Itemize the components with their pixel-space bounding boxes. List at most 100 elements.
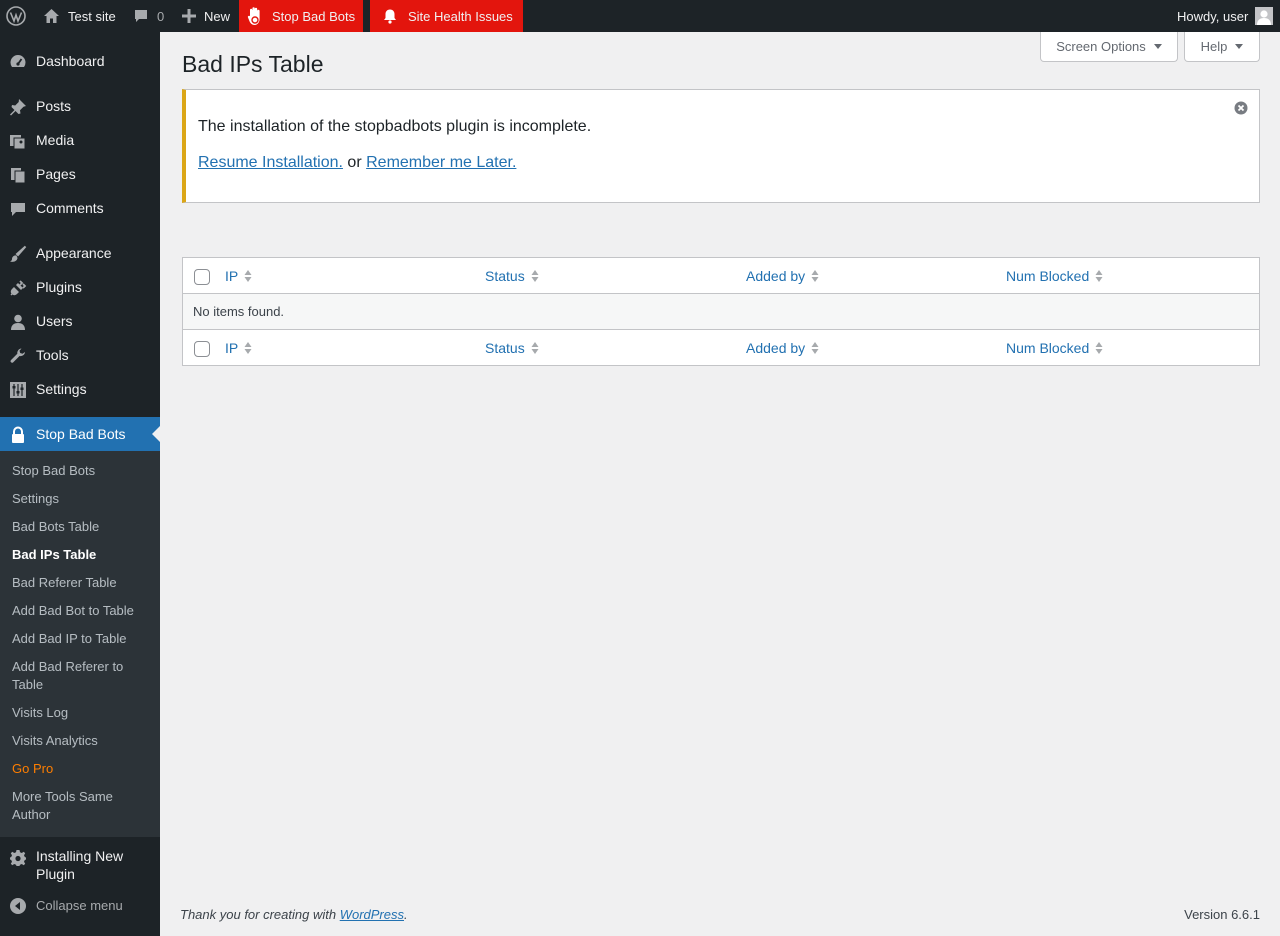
- warning-notice: The installation of the stopbadbots plug…: [182, 89, 1260, 203]
- column-header-label: Num Blocked: [1006, 268, 1090, 284]
- resume-installation-link[interactable]: Resume Installation.: [198, 154, 343, 171]
- bell-icon: [382, 8, 398, 24]
- sort-icon: [811, 270, 819, 282]
- sidebar-item-label: Media: [36, 132, 75, 148]
- dismiss-icon[interactable]: [1234, 101, 1248, 115]
- my-account-link[interactable]: Howdy, user: [1177, 0, 1274, 32]
- column-header-label: Added by: [746, 340, 806, 356]
- media-icon: [8, 131, 28, 151]
- sidebar-item-plugins[interactable]: Plugins: [0, 270, 160, 304]
- stop-bad-bots-adminbar-label: Stop Bad Bots: [272, 8, 356, 24]
- submenu-item-stop-bad-bots[interactable]: Stop Bad Bots: [12, 462, 152, 480]
- sidebar-item-users[interactable]: Users: [0, 304, 160, 338]
- sidebar-item-label: Dashboard: [36, 53, 105, 69]
- remember-later-link[interactable]: Remember me Later.: [366, 154, 516, 171]
- sidebar-item-label: Plugins: [36, 279, 82, 295]
- screen-options-label: Screen Options: [1056, 39, 1146, 54]
- wordpress-logo-icon[interactable]: [6, 0, 30, 32]
- new-label: New: [204, 8, 231, 24]
- select-all-checkbox-footer[interactable]: [194, 341, 210, 357]
- column-ip-sort-footer[interactable]: IP: [225, 330, 252, 366]
- notice-actions: Resume Installation. or Remember me Late…: [198, 154, 516, 172]
- sidebar-item-stop-bad-bots[interactable]: Stop Bad Bots: [0, 417, 160, 451]
- howdy-label: Howdy, user: [1177, 8, 1249, 24]
- plus-icon: [182, 9, 196, 23]
- sidebar-item-dashboard[interactable]: Dashboard: [0, 44, 160, 78]
- column-num-blocked-sort[interactable]: Num Blocked: [1006, 258, 1103, 294]
- sidebar-item-posts[interactable]: Posts: [0, 89, 160, 123]
- help-label: Help: [1200, 39, 1228, 54]
- sort-icon: [531, 270, 539, 282]
- sidebar-item-label: Settings: [36, 381, 87, 397]
- submenu-item-visits-analytics[interactable]: Visits Analytics: [12, 732, 152, 750]
- sidebar-item-label: Tools: [36, 347, 69, 363]
- new-content-link[interactable]: New: [182, 0, 230, 32]
- sort-icon: [811, 342, 819, 354]
- column-header-label: IP: [225, 340, 239, 356]
- column-header-label: Num Blocked: [1006, 340, 1090, 356]
- submenu-item-add-bad-bot[interactable]: Add Bad Bot to Table: [12, 602, 152, 620]
- sidebar-item-label: Appearance: [36, 245, 112, 261]
- wordpress-link[interactable]: WordPress: [340, 907, 404, 922]
- sidebar-item-label: Users: [36, 313, 73, 329]
- column-header-label: Added by: [746, 268, 806, 284]
- table-footer-row: IP Status Added by Num Blocked: [183, 329, 1259, 365]
- site-name-link[interactable]: Test site: [43, 0, 116, 32]
- user-icon: [8, 312, 28, 332]
- submenu-item-bad-referer-table[interactable]: Bad Referer Table: [12, 574, 152, 592]
- sidebar-item-label: Installing New Plugin: [36, 848, 124, 882]
- submenu-item-bad-ips-table[interactable]: Bad IPs Table: [12, 546, 152, 564]
- submenu-item-go-pro[interactable]: Go Pro: [12, 760, 152, 778]
- sidebar-item-settings[interactable]: Settings: [0, 372, 160, 406]
- column-status-sort[interactable]: Status: [485, 258, 539, 294]
- column-added-by-sort-footer[interactable]: Added by: [746, 330, 819, 366]
- submenu-item-visits-log[interactable]: Visits Log: [12, 704, 152, 722]
- select-all-checkbox[interactable]: [194, 269, 210, 285]
- sidebar-item-media[interactable]: Media: [0, 123, 160, 157]
- comment-icon: [8, 199, 28, 219]
- sidebar-item-appearance[interactable]: Appearance: [0, 236, 160, 270]
- footer-thanks-text: Thank you for creating with: [180, 907, 337, 922]
- collapse-menu-button[interactable]: Collapse menu: [0, 888, 160, 922]
- sidebar-item-label: Posts: [36, 98, 72, 114]
- table-row: No items found.: [183, 294, 1259, 329]
- sort-icon: [1095, 342, 1103, 354]
- current-menu-arrow: [152, 426, 160, 442]
- wrench-icon: [8, 346, 28, 366]
- screen-options-button[interactable]: Screen Options: [1040, 32, 1178, 62]
- site-health-label: Site Health Issues: [408, 8, 513, 24]
- site-health-issues-link[interactable]: Site Health Issues: [370, 0, 523, 32]
- admin-bar: Test site 0 New Stop Bad Bots Site Healt…: [0, 0, 1280, 32]
- submenu-item-more-tools[interactable]: More Tools Same Author: [12, 788, 132, 824]
- sidebar-item-label: Stop Bad Bots: [36, 426, 126, 442]
- column-header-label: Status: [485, 268, 525, 284]
- submenu-item-bad-bots-table[interactable]: Bad Bots Table: [12, 518, 152, 536]
- plug-icon: [8, 278, 28, 298]
- column-ip-sort[interactable]: IP: [225, 258, 252, 294]
- footer-period: .: [404, 907, 408, 922]
- help-button[interactable]: Help: [1184, 32, 1260, 62]
- notice-or-text: or: [347, 154, 362, 171]
- gear-icon: [8, 848, 28, 868]
- sidebar-item-pages[interactable]: Pages: [0, 157, 160, 191]
- sidebar-item-tools[interactable]: Tools: [0, 338, 160, 372]
- submenu-item-add-bad-ip[interactable]: Add Bad IP to Table: [12, 630, 152, 648]
- comments-link[interactable]: 0: [133, 0, 164, 32]
- comments-count: 0: [157, 8, 165, 24]
- submenu-item-add-bad-referer[interactable]: Add Bad Referer to Table: [12, 658, 137, 694]
- hand-stop-icon: [247, 6, 265, 26]
- column-num-blocked-sort-footer[interactable]: Num Blocked: [1006, 330, 1103, 366]
- site-name-label: Test site: [68, 8, 116, 24]
- column-status-sort-footer[interactable]: Status: [485, 330, 539, 366]
- sort-icon: [244, 270, 252, 282]
- avatar: [1255, 7, 1274, 25]
- sidebar-item-label: Pages: [36, 166, 76, 182]
- submenu-item-settings[interactable]: Settings: [12, 490, 152, 508]
- column-added-by-sort[interactable]: Added by: [746, 258, 819, 294]
- caret-down-icon: [1153, 44, 1162, 49]
- sort-icon: [1095, 270, 1103, 282]
- column-header-label: IP: [225, 268, 239, 284]
- stop-bad-bots-adminbar-link[interactable]: Stop Bad Bots: [239, 0, 363, 32]
- sidebar-item-label: Collapse menu: [36, 897, 123, 913]
- sidebar-item-comments[interactable]: Comments: [0, 191, 160, 225]
